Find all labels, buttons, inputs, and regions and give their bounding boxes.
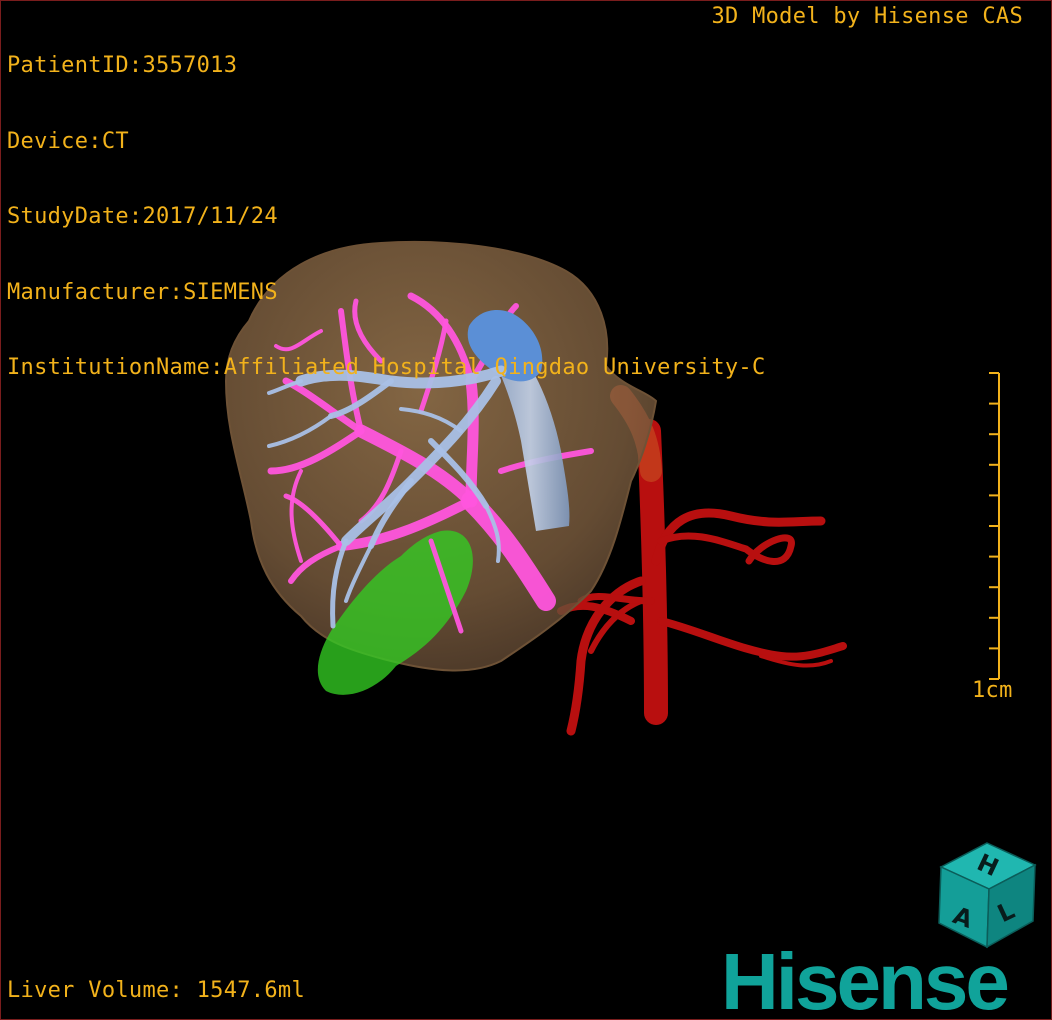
institution-text: InstitutionName:Affiliated Hospital Qing…: [7, 355, 766, 380]
model-credit-text: 3D Model by Hisense CAS: [711, 4, 1023, 29]
scale-bar-label: 1cm: [972, 678, 1013, 703]
hisense-logo: Hisense: [721, 941, 1010, 1019]
patient-info-overlay: PatientID:3557013 Device:CT StudyDate:20…: [7, 3, 766, 431]
hisense-logo-text: Hisense: [721, 941, 1007, 1019]
study-date-text: StudyDate:2017/11/24: [7, 204, 278, 229]
device-text: Device:CT: [7, 128, 129, 154]
liver-volume-text: Liver Volume: 1547.6ml: [7, 978, 305, 1003]
viewer-frame: PatientID:3557013 Device:CT StudyDate:20…: [0, 0, 1052, 1020]
scale-bar: [989, 372, 1000, 680]
manufacturer-text: Manufacturer:SIEMENS: [7, 279, 278, 305]
orientation-cube-icon[interactable]: H A L: [931, 839, 1043, 951]
patient-id-text: PatientID:3557013: [7, 53, 238, 78]
